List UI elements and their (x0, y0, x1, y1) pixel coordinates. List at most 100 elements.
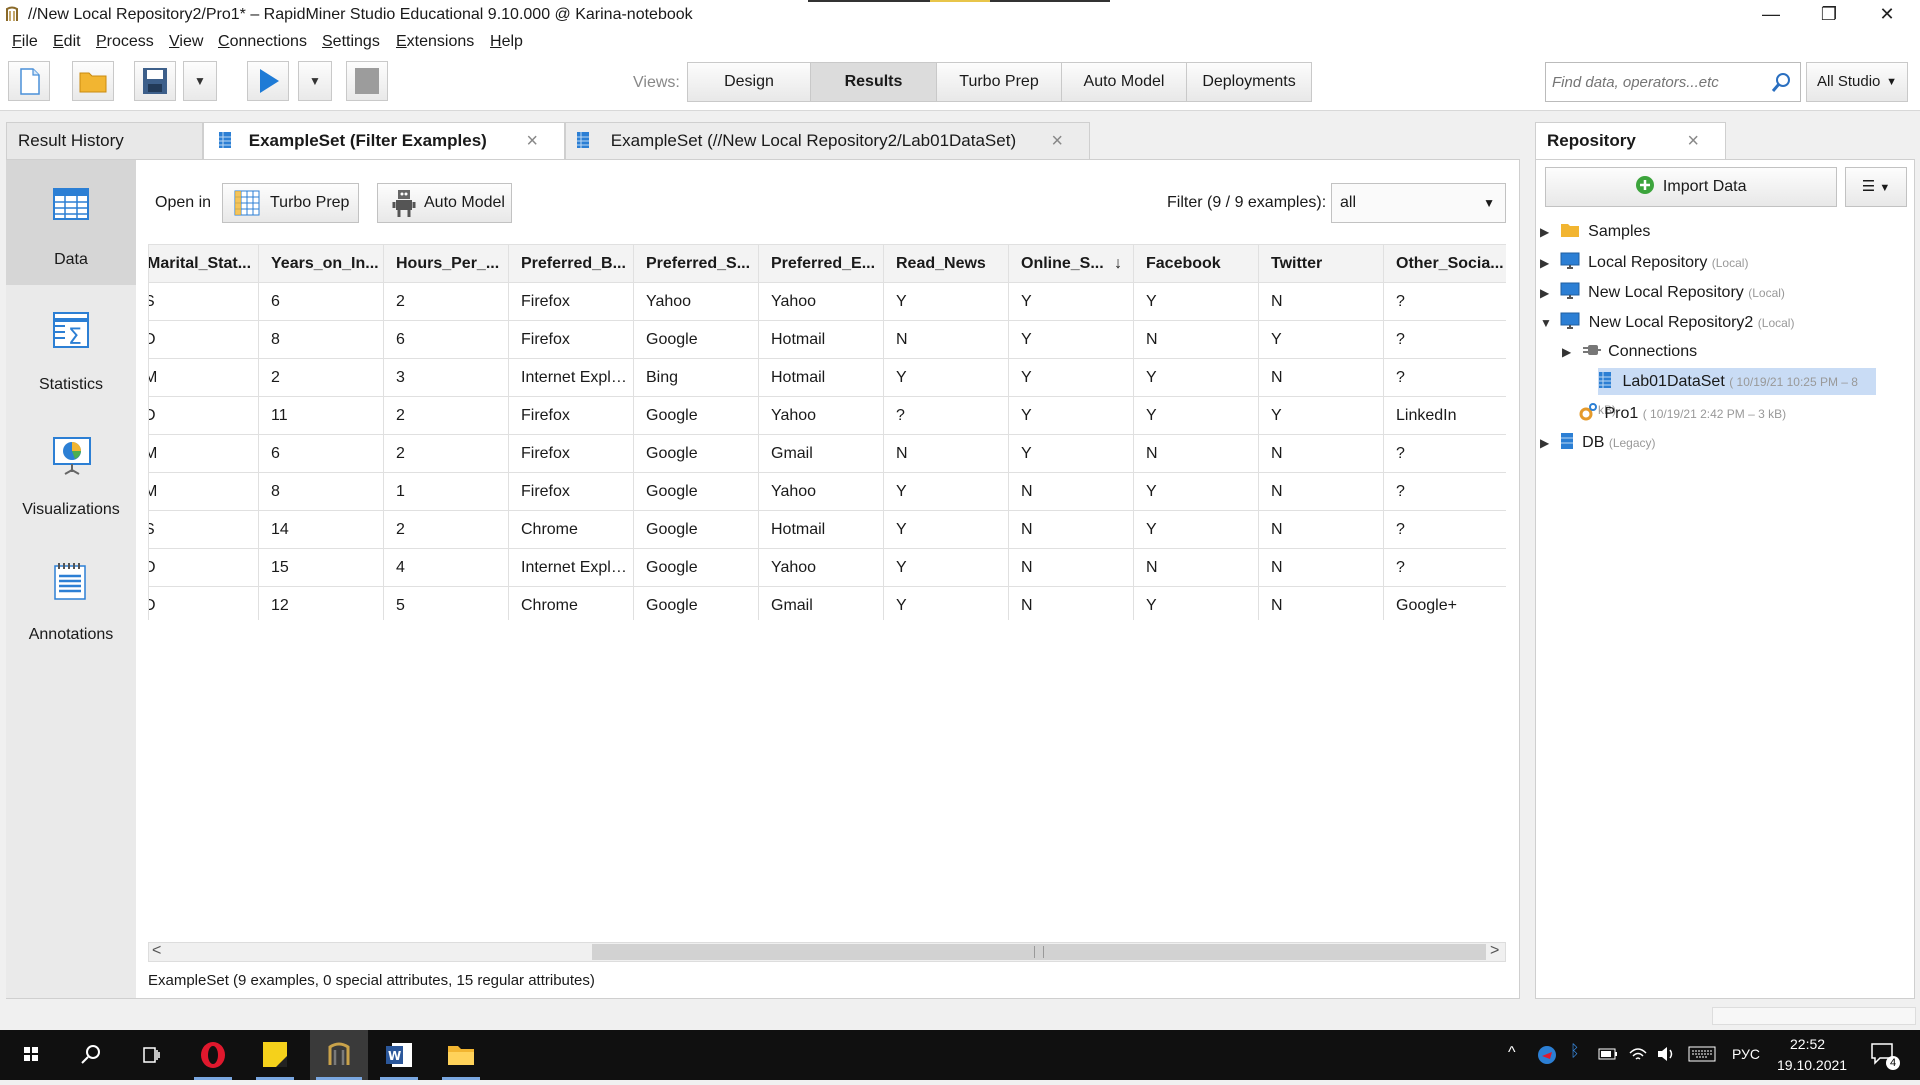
table-row[interactable]: M23Internet Explo...BingHotmailYYYN? (148, 358, 1506, 397)
repo-item-new-local-repository[interactable]: ▶ New Local Repository (Local) (1540, 282, 1785, 302)
close-window-button[interactable]: ✕ (1858, 0, 1916, 30)
battery-icon[interactable] (1598, 1047, 1618, 1061)
bluetooth-icon[interactable]: ᛒ (1570, 1043, 1580, 1061)
repository-menu-button[interactable]: ☰ ▼ (1845, 167, 1907, 207)
table-cell[interactable]: ? (1383, 548, 1506, 587)
table-cell[interactable]: 12 (258, 586, 384, 620)
tray-app-icon[interactable] (1536, 1044, 1558, 1066)
table-cell[interactable]: Y (1133, 396, 1259, 435)
save-options-dropdown[interactable]: ▼ (183, 61, 217, 101)
table-cell[interactable]: Internet Explo... (508, 358, 634, 397)
table-cell[interactable]: Hotmail (758, 510, 884, 549)
table-cell[interactable]: 2 (383, 434, 509, 473)
table-cell[interactable]: Y (1008, 282, 1134, 321)
scroll-left-arrow-icon[interactable]: < (152, 942, 161, 960)
table-cell[interactable]: Y (1008, 434, 1134, 473)
table-cell[interactable]: N (1258, 510, 1384, 549)
table-cell[interactable]: Firefox (508, 282, 634, 321)
column-header[interactable]: Twitter (1258, 244, 1384, 283)
table-cell[interactable]: Y (1133, 510, 1259, 549)
table-cell[interactable]: Yahoo (758, 472, 884, 511)
restore-button[interactable]: ❐ (1800, 0, 1858, 30)
close-tab-icon[interactable]: × (526, 123, 538, 159)
table-cell[interactable]: N (1008, 548, 1134, 587)
table-cell[interactable]: Bing (633, 358, 759, 397)
table-cell[interactable]: Google (633, 472, 759, 511)
table-cell[interactable]: 6 (258, 434, 384, 473)
table-cell[interactable]: ? (1383, 358, 1506, 397)
table-cell[interactable]: Hotmail (758, 358, 884, 397)
table-cell[interactable]: 2 (383, 510, 509, 549)
sidebar-item-annotations[interactable]: Annotations (6, 535, 136, 660)
table-cell[interactable]: Google (633, 548, 759, 587)
table-cell[interactable]: D (148, 586, 259, 620)
table-cell[interactable]: 11 (258, 396, 384, 435)
table-cell[interactable]: 3 (383, 358, 509, 397)
table-cell[interactable]: ? (1383, 510, 1506, 549)
view-results-tab[interactable]: Results (810, 62, 937, 102)
table-cell[interactable]: Hotmail (758, 320, 884, 359)
table-cell[interactable]: Y (1008, 358, 1134, 397)
tab-exampleset-filter-examples[interactable]: ExampleSet (Filter Examples) × (203, 122, 565, 161)
menu-help[interactable]: Help (490, 33, 523, 51)
table-row[interactable]: M81FirefoxGoogleYahooYNYN? (148, 472, 1506, 511)
table-cell[interactable]: N (1008, 586, 1134, 620)
tab-result-history[interactable]: Result History (6, 122, 203, 160)
table-cell[interactable]: Firefox (508, 434, 634, 473)
taskbar-word-app[interactable]: W (374, 1030, 424, 1080)
close-tab-icon[interactable]: × (1051, 123, 1063, 159)
table-cell[interactable]: 6 (258, 282, 384, 321)
new-process-button[interactable] (8, 61, 50, 101)
repo-item-db[interactable]: ▶ DB (Legacy) (1540, 432, 1656, 452)
table-cell[interactable]: N (1258, 586, 1384, 620)
taskbar-file-explorer-app[interactable] (436, 1030, 486, 1080)
table-cell[interactable]: Google (633, 320, 759, 359)
close-tab-icon[interactable]: × (1687, 123, 1699, 159)
table-cell[interactable]: N (1133, 320, 1259, 359)
column-header[interactable]: Preferred_B... (508, 244, 634, 283)
menu-settings[interactable]: Settings (322, 33, 380, 51)
keyboard-icon[interactable] (1688, 1046, 1716, 1062)
repo-item-lab01dataset[interactable]: Lab01DataSet ( 10/19/21 10:25 PM – 8 kB) (1598, 368, 1876, 417)
table-cell[interactable]: Y (1008, 320, 1134, 359)
repo-item-samples[interactable]: ▶ Samples (1540, 222, 1650, 241)
scroll-right-arrow-icon[interactable]: > (1490, 942, 1499, 960)
table-cell[interactable]: Chrome (508, 510, 634, 549)
table-cell[interactable]: Y (1008, 396, 1134, 435)
table-cell[interactable]: 2 (258, 358, 384, 397)
table-cell[interactable]: N (1258, 434, 1384, 473)
table-cell[interactable]: Google (633, 586, 759, 620)
table-cell[interactable]: 6 (383, 320, 509, 359)
column-header-sorted[interactable]: Online_S... ↓ (1008, 244, 1134, 283)
table-cell[interactable]: Y (883, 548, 1009, 587)
save-process-button[interactable] (134, 61, 176, 101)
expand-arrow-icon[interactable]: ▶ (1540, 286, 1549, 300)
collapse-arrow-icon[interactable]: ▼ (1540, 316, 1552, 330)
table-cell[interactable]: Y (1258, 320, 1384, 359)
table-cell[interactable]: LinkedIn (1383, 396, 1506, 435)
table-row[interactable]: M62FirefoxGoogleGmailNYNN? (148, 434, 1506, 473)
table-row[interactable]: D125ChromeGoogleGmailYNYNGoogle+ (148, 586, 1506, 620)
open-process-button[interactable] (72, 61, 114, 101)
import-data-button[interactable]: Import Data (1545, 167, 1837, 207)
stop-process-button[interactable] (346, 61, 388, 101)
sidebar-item-visualizations[interactable]: Visualizations (6, 410, 136, 535)
table-cell[interactable]: Firefox (508, 396, 634, 435)
table-cell[interactable]: N (1133, 434, 1259, 473)
table-cell[interactable]: Chrome (508, 586, 634, 620)
clock-date[interactable]: 19.10.2021 (1777, 1057, 1847, 1073)
table-cell[interactable]: ? (1383, 320, 1506, 359)
table-cell[interactable]: N (1133, 548, 1259, 587)
table-cell[interactable]: ? (1383, 434, 1506, 473)
menu-extensions[interactable]: Extensions (396, 33, 474, 51)
search-scope-dropdown[interactable]: All Studio ▼ (1806, 62, 1908, 102)
table-cell[interactable]: S (148, 510, 259, 549)
table-cell[interactable]: 2 (383, 396, 509, 435)
table-cell[interactable]: 5 (383, 586, 509, 620)
table-cell[interactable]: Y (883, 282, 1009, 321)
table-cell[interactable]: M (148, 434, 259, 473)
table-cell[interactable]: 15 (258, 548, 384, 587)
table-cell[interactable]: Y (1133, 472, 1259, 511)
expand-arrow-icon[interactable]: ▶ (1562, 345, 1571, 359)
open-in-turbo-prep-button[interactable]: Turbo Prep (222, 183, 359, 223)
